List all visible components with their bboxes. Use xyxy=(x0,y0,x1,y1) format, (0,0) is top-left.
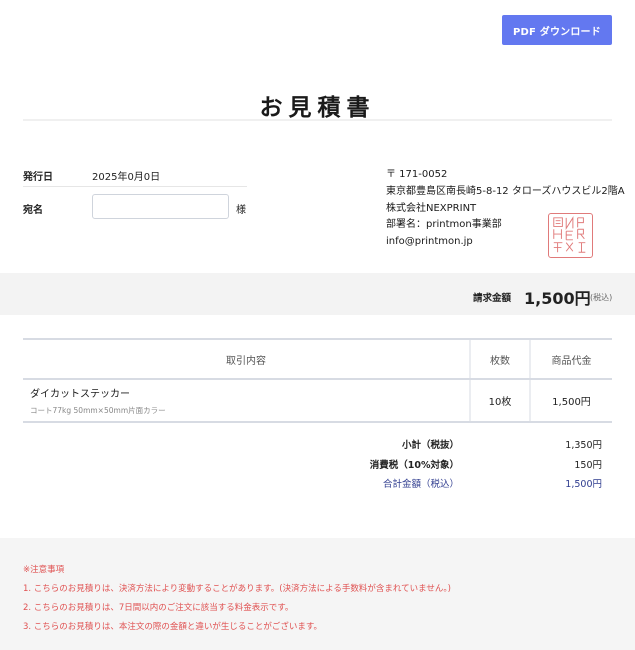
item-quantity: 10枚 xyxy=(469,380,529,421)
page-title: お見積書 xyxy=(259,95,376,121)
subtotal-label: 小計（税抜） xyxy=(401,440,459,451)
note-item: 1. こちらのお見積りは、決済方法により変動することがあります。(決済方法による… xyxy=(23,584,451,594)
tax-row: 消費税（10%対象） 150円 xyxy=(300,457,602,477)
seal-icon xyxy=(553,216,586,253)
header-description: 取引内容 xyxy=(226,355,266,367)
table-row: ダイカットステッカー コート77kg 50mm×50mm片面カラー 10枚 1,… xyxy=(23,380,612,423)
note-item: 2. こちらのお見積りは、7日間以内のご注文に該当する料金表示です。 xyxy=(23,603,294,613)
header-price: 商品代金 xyxy=(529,340,612,378)
header-quantity: 枚数 xyxy=(469,340,529,378)
billing-tax-note: (税込) xyxy=(590,293,613,302)
grand-total-value: 1,500円 xyxy=(565,479,602,490)
note-item: 3. こちらのお見積りは、本注文の際の金額と違いが生じることがございます。 xyxy=(23,622,322,632)
item-description-cell: ダイカットステッカー コート77kg 50mm×50mm片面カラー xyxy=(23,380,469,421)
addressee-input[interactable] xyxy=(92,194,229,219)
issue-date-value: 2025年0月0日 xyxy=(92,172,161,183)
item-price: 1,500円 xyxy=(529,380,612,421)
title-divider xyxy=(23,119,612,121)
item-name: ダイカットステッカー xyxy=(30,389,130,400)
issue-date-label: 発行日 xyxy=(23,172,53,183)
item-detail: コート77kg 50mm×50mm片面カラー xyxy=(30,406,166,415)
company-address: 東京都豊島区南長崎5-8-12 タローズハウスビル2階A xyxy=(386,185,625,197)
addressee-suffix: 様 xyxy=(236,205,246,216)
notes-heading: ※注意事項 xyxy=(23,565,65,575)
billing-amount-label: 請求金額 xyxy=(473,293,512,304)
addressee-label: 宛名 xyxy=(23,205,43,216)
subtotal-row: 小計（税抜） 1,350円 xyxy=(300,437,602,457)
items-table: 取引内容 枚数 商品代金 ダイカットステッカー コート77kg 50mm×50m… xyxy=(23,338,612,423)
table-header: 取引内容 枚数 商品代金 xyxy=(23,338,612,380)
pdf-download-button[interactable]: PDF ダウンロード xyxy=(502,15,612,45)
grand-total-row: 合計金額（税込） 1,500円 xyxy=(300,476,602,496)
subtotal-value: 1,350円 xyxy=(565,440,602,451)
tax-label: 消費税（10%対象） xyxy=(369,459,459,471)
tax-value: 150円 xyxy=(574,459,602,471)
issue-date-row: 発行日 2025年0月0日 xyxy=(23,165,247,187)
grand-total-label: 合計金額（税込） xyxy=(382,479,459,490)
totals-summary: 小計（税抜） 1,350円 消費税（10%対象） 150円 合計金額（税込） 1… xyxy=(300,437,602,496)
company-seal-stamp xyxy=(548,213,593,258)
company-postal: 〒 171-0052 xyxy=(386,169,448,180)
billing-amount-value: 1,500円 xyxy=(524,289,591,308)
notes-list: ※注意事項 1. こちらのお見積りは、決済方法により変動することがあります。(決… xyxy=(23,561,451,637)
